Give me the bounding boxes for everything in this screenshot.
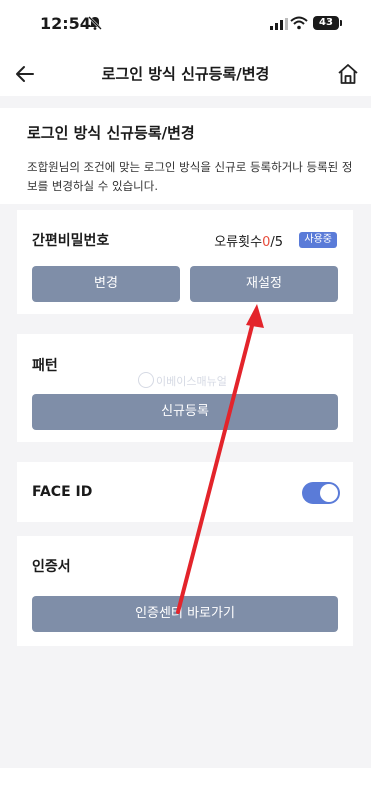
section-title: 로그인 방식 신규등록/변경	[27, 124, 195, 142]
battery-indicator: 43	[313, 16, 339, 30]
pattern-register-button[interactable]: 신규등록	[32, 394, 338, 430]
simple-password-card: 간편비밀번호 오류횟수0/5 사용중 변경 재설정	[17, 210, 353, 314]
error-count: 오류횟수0/5	[214, 231, 283, 250]
nav-bar: 로그인 방식 신규등록/변경	[0, 50, 371, 96]
reset-button[interactable]: 재설정	[190, 266, 338, 302]
status-bar: 12:54 43	[0, 0, 371, 50]
signal-icon	[270, 18, 288, 30]
certificate-center-button[interactable]: 인증센터 바로가기	[32, 596, 338, 632]
page-title: 로그인 방식 신규등록/변경	[101, 65, 270, 83]
battery-tip	[340, 20, 342, 26]
home-icon[interactable]	[334, 60, 362, 88]
section-description: 조합원님의 조건에 맞는 로그인 방식을 신규로 등록하거나 등록된 정보를 변…	[27, 160, 353, 193]
simple-password-title: 간편비밀번호	[32, 233, 110, 249]
error-count-label: 오류횟수	[214, 235, 263, 250]
certificate-card: 인증서 인증센터 바로가기	[17, 536, 353, 646]
pattern-title: 패턴	[32, 358, 58, 374]
bell-muted-icon	[88, 16, 102, 30]
intro-section: 로그인 방식 신규등록/변경 조합원님의 조건에 맞는 로그인 방식을 신규로 …	[0, 108, 371, 204]
watermark: 이베이스매뉴얼	[156, 375, 227, 388]
certificate-title: 인증서	[32, 559, 71, 575]
toggle-knob	[320, 484, 338, 502]
error-count-max: /5	[270, 235, 283, 250]
bottom-area	[0, 768, 371, 800]
face-id-title: FACE ID	[32, 484, 93, 500]
face-id-toggle[interactable]	[302, 482, 340, 504]
watermark-icon	[138, 372, 154, 388]
wifi-icon	[290, 16, 308, 30]
status-badge: 사용중	[299, 232, 337, 248]
change-button[interactable]: 변경	[32, 266, 180, 302]
status-time: 12:54	[40, 14, 91, 33]
